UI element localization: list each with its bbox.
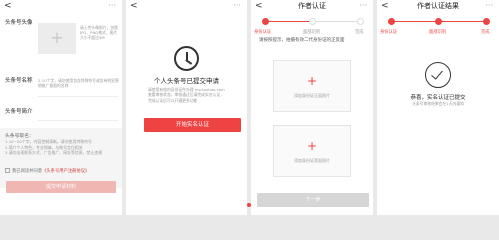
submitted-screen: < ··· 个人头条号已提交申请 请使用有效的身份证件办理 mp.toutiao… <box>126 0 247 215</box>
avatar-label: 头条号头像 <box>5 20 33 26</box>
plus-icon: + <box>306 139 318 153</box>
step-label: 面部识别 <box>429 30 447 35</box>
step-label: 完成 <box>481 30 490 35</box>
clock-icon <box>174 46 199 71</box>
step-label: 身份认证 <box>254 30 272 35</box>
step-label: 身份认证 <box>380 30 398 35</box>
back-icon[interactable]: < <box>4 2 12 11</box>
more-icon[interactable]: ··· <box>108 1 116 10</box>
result-heading: 恭喜，实名认证已提交 <box>410 95 466 101</box>
agree-text: 我已阅读并同意 <box>12 169 43 174</box>
step-label: 面部识别 <box>303 30 321 35</box>
step-dot <box>357 18 364 25</box>
more-icon[interactable]: ··· <box>359 1 367 10</box>
account-application-screen: < ··· 头条号头像 + 请上传头像照片，仅限JPG、PNG格式，图片大小不超… <box>0 0 122 215</box>
upload-id-back[interactable]: + 添加身份证背面照片 <box>273 125 351 177</box>
more-icon[interactable]: ··· <box>233 1 241 10</box>
id-verification-screen: < 作者认证 ··· 身份认证 面部识别 完成 请按照提示，拍摄有效二代身份证的… <box>251 0 373 215</box>
upload-label: 添加身份证背面照片 <box>294 158 330 163</box>
progress-steps: 身份认证 面部识别 完成 <box>251 17 373 35</box>
upload-label: 添加身份证正面照片 <box>294 93 330 98</box>
step-dot-active <box>483 18 490 25</box>
submit-button[interactable]: 提交申请材料 <box>6 181 116 193</box>
upload-id-front[interactable]: + 添加身份证正面照片 <box>273 60 351 112</box>
avatar-hint: 请上传头像照片，仅限JPG、PNG格式，图片大小不超过5M <box>80 25 118 41</box>
instruction-text: 请按照提示，拍摄有效二代身份证的正反面 <box>259 38 345 43</box>
back-icon[interactable]: < <box>130 2 138 11</box>
submitted-heading: 个人头条号已提交申请 <box>154 77 219 85</box>
top-bar: < ··· <box>0 0 122 14</box>
progress-steps: 身份认证 面部识别 完成 <box>377 17 499 35</box>
step-label: 完成 <box>355 30 364 35</box>
next-button[interactable]: 下一步 <box>257 193 369 207</box>
page-indicator-dot <box>247 203 251 207</box>
step-dot-active <box>435 18 442 25</box>
notice-title: 头条号取名： <box>5 134 34 139</box>
progress-line <box>313 21 361 22</box>
step-dot-active <box>388 18 395 25</box>
top-bar: < ··· <box>126 0 247 14</box>
page-title: 作者认证结果 <box>417 2 459 10</box>
name-field-underline <box>38 96 118 97</box>
name-label: 头条号名称 <box>5 78 33 84</box>
agreement-link[interactable]: 《头条号用户注册协议》 <box>42 169 89 174</box>
agreement-row[interactable]: 我已阅读并同意《头条号用户注册协议》 <box>5 168 89 174</box>
step-dot <box>309 18 316 25</box>
name-input[interactable]: 2-10个字，请勿使用包含特殊符号或含有明显营销推广意图的名称 <box>38 78 120 88</box>
submitted-description: 请使用有效的身份证件办理 mp.toutiao.com 查看审核状态，审核通过后… <box>148 87 225 103</box>
notice-text: 1.10~20个字，内容控制清晰，请勿使用特殊符号 2.简介个人特色，专业领域，… <box>5 139 117 156</box>
top-bar: < 作者认证 ··· <box>251 0 373 14</box>
checkmark-icon <box>425 62 451 88</box>
more-icon[interactable]: ··· <box>485 1 493 10</box>
intro-label: 头条号简介 <box>5 109 33 115</box>
notice-line: 3.请勿出现联系方式、广告推广、网址等信息，禁止违规 <box>5 150 103 155</box>
top-bar: < 作者认证结果 ··· <box>377 0 499 14</box>
agree-checkbox[interactable] <box>5 168 10 173</box>
intro-field[interactable] <box>38 120 118 121</box>
result-subtext: 头条号审核结果会在1天内通知 <box>412 101 464 106</box>
plus-icon: + <box>306 74 318 88</box>
progress-line <box>265 21 313 22</box>
page-title: 作者认证 <box>298 2 326 10</box>
verification-result-screen: < 作者认证结果 ··· 身份认证 面部识别 完成 恭喜，实名认证已提交 头条号… <box>377 0 499 215</box>
start-verification-button[interactable]: 开始实名认证 <box>144 118 241 132</box>
avatar-upload-button[interactable]: + <box>38 23 76 54</box>
step-dot-active <box>262 18 269 25</box>
